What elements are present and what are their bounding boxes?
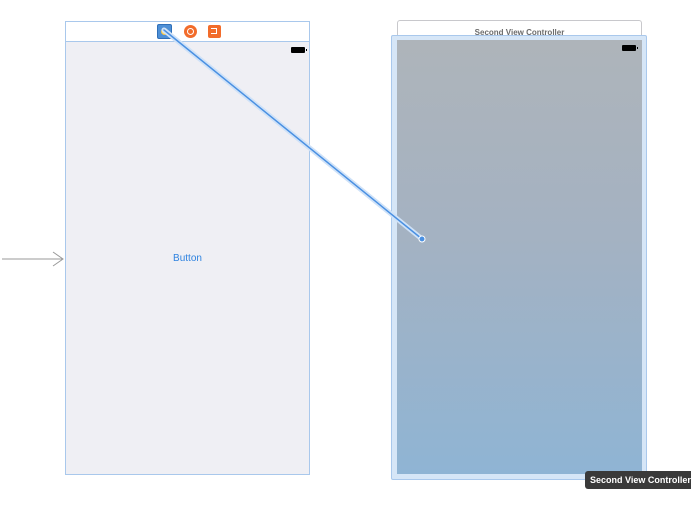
second-view-controller-view[interactable]	[397, 40, 642, 474]
button[interactable]: Button	[66, 253, 309, 264]
exit-icon[interactable]	[208, 25, 221, 38]
battery-icon	[291, 47, 307, 53]
battery-icon	[622, 45, 638, 51]
view-controller-icon[interactable]	[157, 24, 172, 39]
drop-target-tooltip: Second View Controller	[585, 471, 691, 489]
first-view-controller-scene[interactable]: Button	[65, 21, 310, 475]
scene-dock	[66, 22, 309, 42]
initial-view-controller-arrow	[2, 251, 64, 267]
first-responder-icon[interactable]	[184, 25, 197, 38]
